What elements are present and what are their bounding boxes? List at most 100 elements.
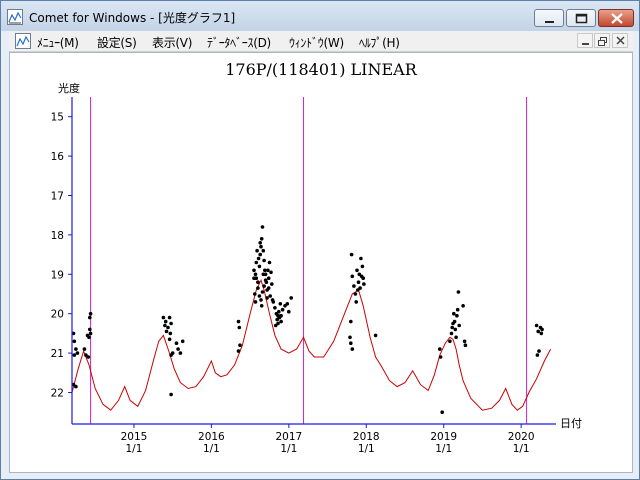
observation-point <box>263 278 268 282</box>
observation-point <box>349 319 353 324</box>
observation-point <box>454 335 458 340</box>
observation-point <box>289 296 294 300</box>
predicted-curve <box>71 278 552 411</box>
observation-point <box>353 292 358 296</box>
x-tick-date-label: 1/1 <box>280 443 297 455</box>
observation-point <box>265 296 269 300</box>
menu-item-settings[interactable]: 設定(S) <box>97 34 137 51</box>
observation-points <box>71 225 544 415</box>
observation-point <box>163 323 167 328</box>
observation-point <box>356 288 360 292</box>
observation-point <box>88 327 92 332</box>
observation-point <box>238 343 242 348</box>
observation-point <box>253 292 257 296</box>
close-icon <box>611 13 623 24</box>
observation-point <box>452 311 456 316</box>
observation-point <box>270 282 274 286</box>
observation-point <box>164 329 169 334</box>
observation-point <box>72 353 77 357</box>
observation-point <box>438 355 443 359</box>
restore-icon <box>598 37 607 46</box>
maximize-icon <box>575 13 588 24</box>
app-graph-icon <box>7 9 23 25</box>
observation-point <box>457 323 462 328</box>
observation-point <box>260 225 265 229</box>
observation-point <box>261 248 266 253</box>
observation-point <box>259 298 263 302</box>
observation-point <box>268 294 273 298</box>
observation-point <box>352 284 356 288</box>
x-tick-year-label: 2019 <box>430 431 457 443</box>
y-ticks: 15 16 17 18 19 20 21 22 <box>51 112 72 399</box>
minimize-button[interactable] <box>534 9 564 27</box>
observation-point <box>180 339 185 344</box>
observation-point <box>279 319 283 324</box>
y-tick-label: 15 <box>51 112 64 124</box>
observation-point <box>350 274 355 279</box>
child-restore-button[interactable] <box>594 33 610 48</box>
observation-point <box>259 244 263 249</box>
observation-point <box>88 315 92 320</box>
observation-point <box>269 270 273 275</box>
menu-item-menu[interactable]: ﾒﾆｭｰ(M) <box>37 34 79 51</box>
observation-point <box>168 331 173 336</box>
observation-point <box>161 315 166 320</box>
observation-point <box>167 337 172 342</box>
minimize-icon <box>582 43 589 45</box>
observation-point <box>373 333 378 338</box>
menu-item-help[interactable]: ﾍﾙﾌﾟ(H) <box>359 34 400 51</box>
child-minimize-button[interactable] <box>577 33 593 48</box>
title-bar[interactable]: Comet for Windows - [光度グラフ1] <box>1 1 639 31</box>
x-tick-date-label: 1/1 <box>358 443 375 455</box>
x-tick-year-label: 2016 <box>198 431 225 443</box>
observation-point <box>438 347 442 351</box>
observation-point <box>260 290 265 294</box>
observation-point <box>280 307 285 312</box>
observation-point <box>262 284 266 288</box>
observation-point <box>262 258 266 263</box>
menu-item-window[interactable]: ｳｨﾝﾄﾞｳ(W) <box>289 34 344 51</box>
observation-point <box>75 351 80 355</box>
observation-point <box>462 339 467 344</box>
observation-point <box>85 333 90 338</box>
observation-point <box>258 252 262 257</box>
observation-point <box>452 319 457 324</box>
observation-point <box>535 353 540 357</box>
minimize-icon <box>545 21 554 23</box>
observation-point <box>237 325 242 330</box>
observation-point <box>169 353 173 357</box>
y-tick-label: 21 <box>51 348 64 360</box>
observation-point <box>453 327 458 332</box>
axes <box>71 97 556 425</box>
chart-title: 176P/(118401) LINEAR <box>225 60 418 79</box>
observation-point <box>277 309 281 314</box>
x-tick-date-label: 1/1 <box>125 443 142 455</box>
observation-point <box>253 272 258 277</box>
observation-point <box>266 268 270 273</box>
y-axis-label: 光度 <box>58 81 80 95</box>
close-button[interactable] <box>598 9 634 27</box>
x-tick-date-label: 1/1 <box>203 443 220 455</box>
x-tick-year-label: 2017 <box>275 431 302 443</box>
app-window: Comet for Windows - [光度グラフ1] ﾒﾆｭｰ(M) 設定(… <box>0 0 640 480</box>
y-tick-label: 17 <box>51 190 64 202</box>
x-tick-date-label: 1/1 <box>513 443 530 455</box>
observation-point <box>354 300 359 304</box>
observation-point <box>359 274 364 279</box>
observation-point <box>278 302 283 306</box>
menu-item-view[interactable]: 表示(V) <box>152 34 192 51</box>
observation-point <box>88 331 93 336</box>
document-graph-icon[interactable] <box>15 33 31 49</box>
observation-point <box>254 260 259 265</box>
observation-point <box>256 280 260 284</box>
observation-point <box>257 264 262 269</box>
observation-point <box>252 276 256 280</box>
observation-point <box>349 341 353 346</box>
observation-point <box>276 313 280 318</box>
menu-item-database[interactable]: ﾃﾞｰﾀﾍﾞｰｽ(D) <box>207 34 271 51</box>
observation-point <box>256 256 261 261</box>
observation-point <box>448 339 452 344</box>
maximize-button[interactable] <box>566 9 596 27</box>
observation-point <box>256 286 260 290</box>
child-close-button[interactable] <box>612 33 628 48</box>
